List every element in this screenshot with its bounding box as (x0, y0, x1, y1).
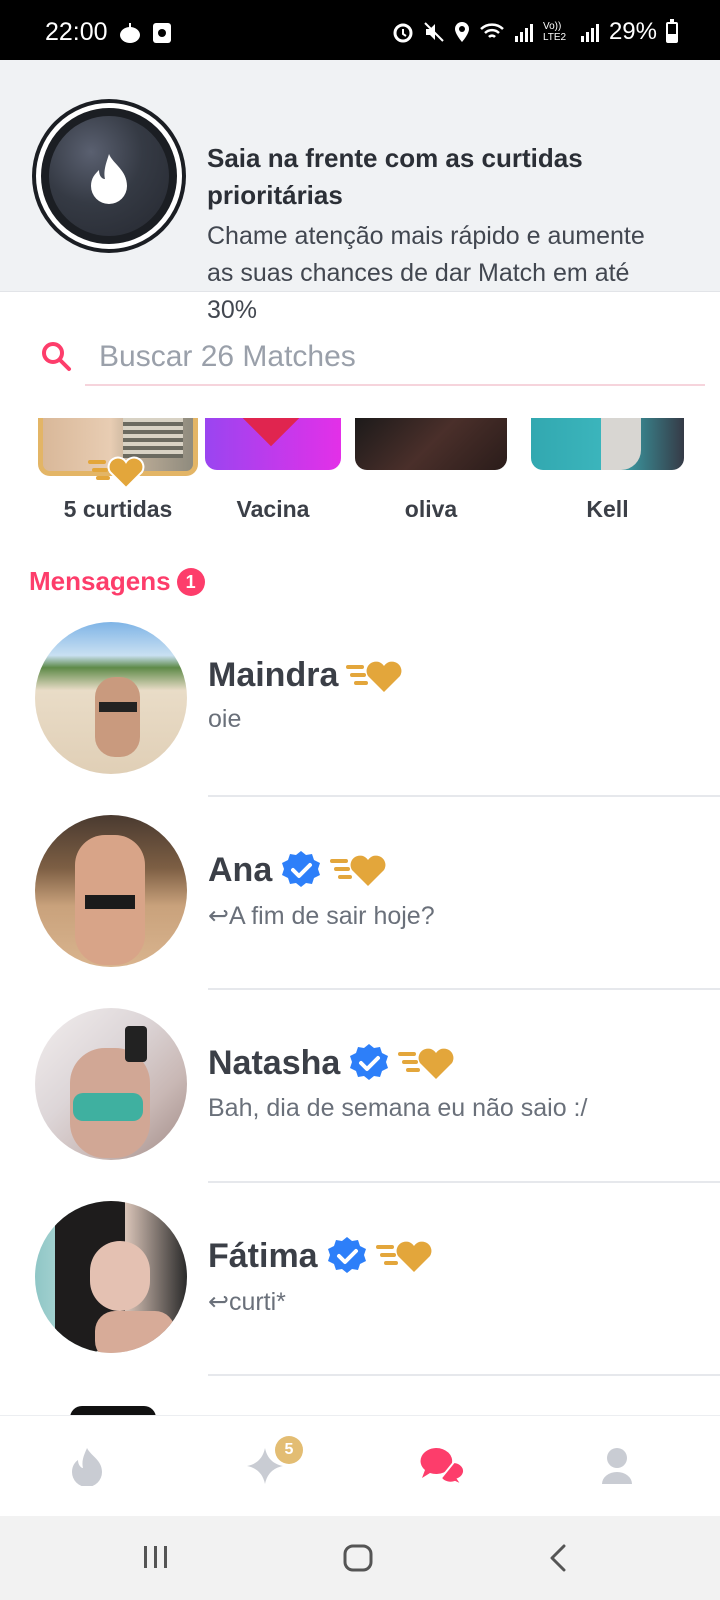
nav-messages[interactable] (418, 1446, 468, 1493)
signal-icon (514, 24, 533, 42)
verified-badge-icon (327, 1237, 366, 1273)
match-name: 5 curtidas (63, 496, 173, 522)
match-thumbnail (205, 418, 341, 470)
message-info: Natasha Bah, dia de semana eu não saio :… (208, 1042, 587, 1123)
verified-badge-icon (282, 851, 321, 887)
signal-icon-2 (580, 24, 599, 42)
status-left-icons (118, 22, 172, 44)
home-button[interactable] (343, 1544, 373, 1577)
message-preview: ↩curti* (208, 1288, 286, 1316)
flame-icon (72, 1448, 102, 1487)
message-info: Ana ↩A fim de sair hoje? (208, 849, 435, 931)
messages-title: Mensagens (29, 566, 171, 596)
home-icon (343, 1544, 373, 1572)
match-name: Vacina (236, 496, 310, 522)
status-right: Vo)) LTE2 29% (392, 18, 678, 46)
network-type: Vo)) LTE2 (542, 21, 567, 43)
match-name: oliva (404, 496, 458, 522)
promo-title: Saia na frente com as curtidas prioritár… (207, 143, 583, 210)
superlike-icon (398, 1048, 454, 1079)
nav-profile[interactable] (600, 1446, 634, 1491)
chat-bubbles-icon (420, 1447, 466, 1488)
nav-gold[interactable]: 5 (245, 1436, 303, 1495)
superlike-icon (375, 1241, 432, 1272)
verified-badge-icon (350, 1044, 389, 1080)
profile-icon (602, 1448, 632, 1484)
contact-name: Ana (208, 850, 273, 889)
recent-apps-button[interactable] (142, 1544, 170, 1575)
avatar (35, 622, 187, 774)
match-thumbnail (355, 418, 507, 470)
priority-likes-banner[interactable]: Saia na frente com as curtidas prioritár… (0, 60, 720, 324)
contact-name: Maindra (208, 656, 339, 694)
divider (208, 1374, 720, 1376)
battery-icon (666, 18, 678, 43)
match-card[interactable]: oliva (355, 418, 507, 522)
notification-app-icon (120, 23, 140, 43)
message-preview: Bah, dia de semana eu não saio :/ (208, 1094, 588, 1122)
message-row[interactable]: Fátima ↩curti* (0, 1183, 720, 1376)
superlike-icon (88, 456, 145, 490)
nav-gold-badge: 5 (275, 1436, 303, 1464)
contact-name: Fátima (208, 1236, 318, 1275)
avatar (35, 1201, 187, 1353)
message-preview: oie (208, 705, 242, 733)
location-icon (454, 22, 469, 42)
recent-apps-icon (144, 1546, 167, 1568)
battery-percent: 29% (608, 18, 657, 45)
priority-badge-icon (36, 103, 182, 249)
match-thumbnail (531, 418, 684, 470)
message-row[interactable]: Natasha Bah, dia de semana eu não saio :… (0, 990, 720, 1183)
alarm-icon (393, 23, 413, 43)
match-name: Kell (586, 496, 629, 522)
avatar (35, 815, 187, 967)
search-bar (0, 310, 720, 400)
status-bar: 22:00 Vo)) LTE2 29% (0, 0, 720, 60)
search-input[interactable] (85, 330, 705, 386)
notification-box-icon (153, 23, 171, 43)
search-icon (42, 342, 71, 371)
bottom-nav: 5 (0, 1415, 720, 1515)
message-row[interactable]: Ana ↩A fim de sair hoje? (0, 797, 720, 990)
message-row[interactable]: Maindra oie (0, 604, 720, 797)
avatar (35, 1008, 187, 1160)
status-time: 22:00 (45, 18, 108, 46)
superlike-icon (330, 855, 386, 886)
nav-discover[interactable] (70, 1446, 104, 1491)
match-card[interactable]: Kell (531, 418, 684, 522)
message-info: Fátima ↩curti* (208, 1235, 434, 1317)
new-matches-carousel[interactable]: 5 curtidas Vacina oliva Kell (0, 418, 720, 528)
back-icon (550, 1544, 566, 1572)
match-card[interactable]: Vacina (205, 418, 341, 522)
messages-count-badge: 1 (176, 567, 205, 596)
match-likes-card[interactable]: 5 curtidas (38, 418, 198, 522)
mute-icon (424, 22, 444, 42)
contact-name: Natasha (208, 1043, 341, 1082)
wifi-icon (480, 23, 504, 38)
system-nav-bar (0, 1516, 720, 1600)
messages-header: Mensagens 1 (29, 566, 205, 597)
message-preview: ↩A fim de sair hoje? (208, 902, 435, 930)
superlike-icon (346, 661, 402, 692)
back-button[interactable] (548, 1544, 568, 1577)
message-info: Maindra oie (208, 656, 404, 734)
